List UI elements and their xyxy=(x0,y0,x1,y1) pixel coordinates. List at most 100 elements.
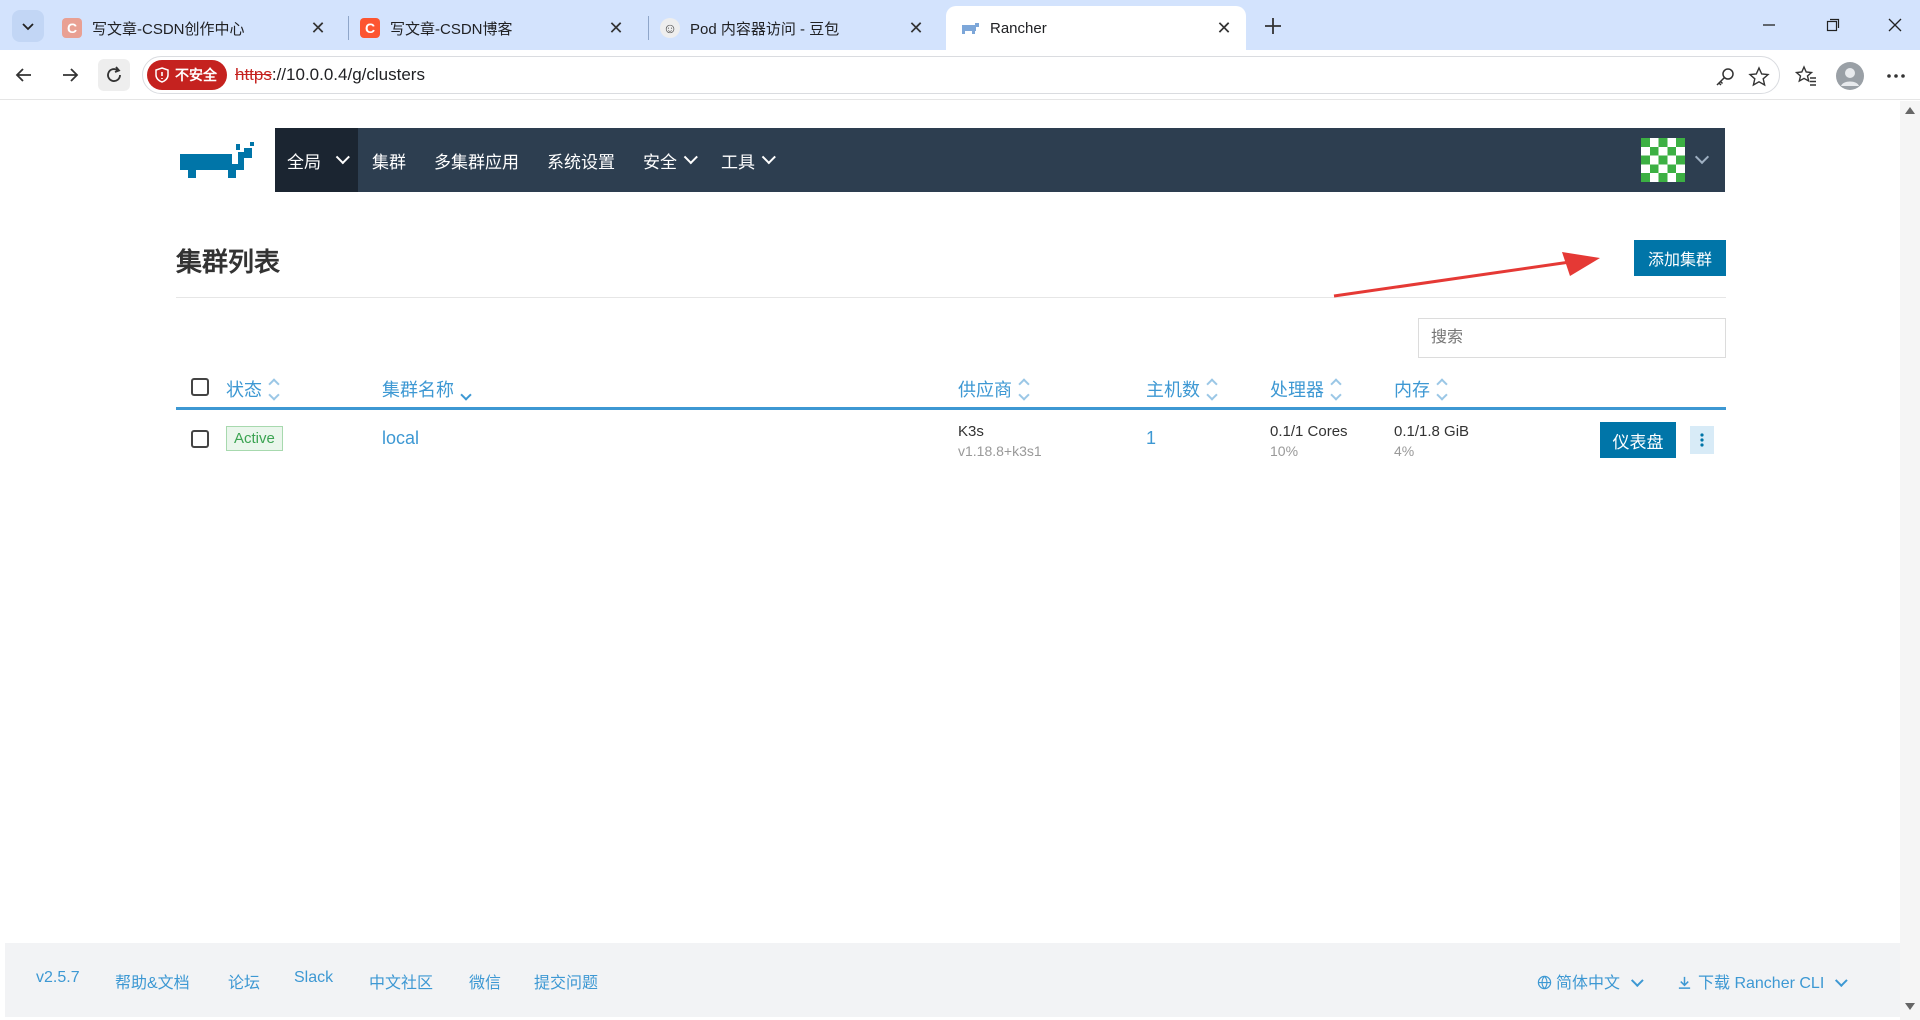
forward-button[interactable] xyxy=(54,59,86,91)
sort-down-icon xyxy=(460,380,472,401)
tab-title: Pod 内容器访问 - 豆包 xyxy=(690,20,840,38)
scroll-down-icon[interactable] xyxy=(1905,1003,1915,1010)
column-label: 供应商 xyxy=(958,380,1012,400)
status-badge: Active xyxy=(226,426,283,451)
memory-percent: 4% xyxy=(1394,443,1415,459)
csdn-icon: C xyxy=(62,18,82,38)
favorites-icon xyxy=(1795,65,1816,86)
arrow-left-icon xyxy=(15,68,31,82)
page-scrollbar[interactable] xyxy=(1900,101,1920,1020)
favorites-button[interactable] xyxy=(1792,62,1820,90)
column-nodes[interactable]: 主机数 xyxy=(1146,376,1218,402)
scroll-up-icon[interactable] xyxy=(1905,107,1915,114)
download-label: 下载 Rancher CLI xyxy=(1698,975,1825,992)
footer-link-issue[interactable]: 提交问题 xyxy=(534,969,598,993)
column-label: 主机数 xyxy=(1146,380,1200,400)
column-cpu[interactable]: 处理器 xyxy=(1270,376,1342,402)
tab-title: 写文章-CSDN博客 xyxy=(390,20,513,38)
column-provider[interactable]: 供应商 xyxy=(958,376,1030,402)
row-checkbox[interactable] xyxy=(191,430,209,448)
minimize-icon xyxy=(1763,24,1775,26)
tab-title: Rancher xyxy=(990,19,1047,37)
back-button[interactable] xyxy=(8,59,40,91)
search-input[interactable] xyxy=(1418,318,1726,358)
nav-label: 全局 xyxy=(287,152,321,172)
sort-icon xyxy=(1436,377,1448,401)
chevron-down-icon[interactable] xyxy=(1694,149,1710,165)
select-all-checkbox[interactable] xyxy=(191,378,209,396)
rancher-logo[interactable] xyxy=(176,140,262,182)
restore-icon xyxy=(1826,18,1840,32)
nav-settings[interactable]: 系统设置 xyxy=(533,128,629,192)
close-icon[interactable]: ✕ xyxy=(906,18,926,38)
password-key-button[interactable] xyxy=(1713,65,1737,89)
nav-global[interactable]: 全局 xyxy=(275,128,358,192)
rancher-icon xyxy=(960,18,980,38)
nav-tools[interactable]: 工具 xyxy=(707,128,785,192)
column-memory[interactable]: 内存 xyxy=(1394,376,1448,402)
column-label: 状态 xyxy=(226,380,262,400)
nav-multi-cluster-apps[interactable]: 多集群应用 xyxy=(420,128,533,192)
user-avatar[interactable] xyxy=(1641,138,1685,182)
dashboard-button[interactable]: 仪表盘 xyxy=(1600,422,1676,458)
close-icon[interactable]: ✕ xyxy=(606,18,626,38)
footer-link-forum[interactable]: 论坛 xyxy=(228,969,260,993)
star-icon xyxy=(1748,66,1770,87)
restore-button[interactable] xyxy=(1818,12,1848,38)
key-icon xyxy=(1716,68,1734,86)
profile-avatar[interactable] xyxy=(1836,62,1864,90)
globe-icon xyxy=(1537,975,1552,990)
more-horizontal-icon xyxy=(1887,74,1905,78)
browser-tab-bar: C 写文章-CSDN创作中心 ✕ C 写文章-CSDN博客 ✕ ☺ Pod 内容… xyxy=(0,0,1920,50)
close-icon[interactable]: ✕ xyxy=(1214,18,1234,38)
tab-doubao[interactable]: ☺ Pod 内容器访问 - 豆包 ✕ xyxy=(646,6,938,50)
reload-button[interactable] xyxy=(98,59,130,91)
version-link[interactable]: v2.5.7 xyxy=(36,969,80,987)
close-window-button[interactable] xyxy=(1880,12,1910,38)
annotation-arrow xyxy=(1333,252,1600,298)
new-tab-button[interactable] xyxy=(1258,11,1288,41)
node-count-link[interactable]: 1 xyxy=(1146,428,1156,449)
nav-clusters[interactable]: 集群 xyxy=(358,128,420,192)
download-icon xyxy=(1678,976,1691,989)
add-cluster-button[interactable]: 添加集群 xyxy=(1634,240,1726,276)
nav-security[interactable]: 安全 xyxy=(629,128,707,192)
sort-icon xyxy=(1330,377,1342,401)
doubao-icon: ☺ xyxy=(660,18,680,38)
column-state[interactable]: 状态 xyxy=(226,376,280,402)
address-bar[interactable]: 不安全 https://10.0.0.4/g/clusters xyxy=(142,56,1780,94)
csdn-icon: C xyxy=(360,18,380,38)
url-path: ://10.0.0.4/g/clusters xyxy=(271,65,425,84)
column-name[interactable]: 集群名称 xyxy=(382,376,472,402)
tab-search-button[interactable] xyxy=(12,10,44,42)
download-cli-link[interactable]: 下载 Rancher CLI xyxy=(1677,969,1848,993)
minimize-button[interactable] xyxy=(1754,12,1784,38)
footer-link-slack[interactable]: Slack xyxy=(294,969,333,987)
tab-csdn-creator[interactable]: C 写文章-CSDN创作中心 ✕ xyxy=(48,6,340,50)
row-actions-button[interactable] xyxy=(1690,426,1714,454)
shield-warning-icon xyxy=(155,67,169,83)
footer-link-community[interactable]: 中文社区 xyxy=(369,969,433,993)
sort-icon xyxy=(1206,377,1218,401)
tab-rancher[interactable]: Rancher ✕ xyxy=(946,6,1246,50)
chevron-down-icon xyxy=(1835,974,1848,988)
close-icon[interactable]: ✕ xyxy=(308,18,328,38)
page-title: 集群列表 xyxy=(176,247,281,277)
security-badge[interactable]: 不安全 xyxy=(147,60,227,90)
footer-link-wechat[interactable]: 微信 xyxy=(469,969,501,993)
provider-version: v1.18.8+k3s1 xyxy=(958,443,1042,459)
url-text: https://10.0.0.4/g/clusters xyxy=(235,65,425,85)
person-icon xyxy=(1841,68,1859,86)
footer-link-docs[interactable]: 帮助&文档 xyxy=(115,969,190,993)
nav-label: 安全 xyxy=(643,152,677,172)
provider-name: K3s xyxy=(958,423,984,440)
cluster-name-link[interactable]: local xyxy=(382,428,419,449)
memory-usage: 0.1/1.8 GiB xyxy=(1394,423,1470,440)
tab-csdn-blog[interactable]: C 写文章-CSDN博客 ✕ xyxy=(346,6,638,50)
column-label: 内存 xyxy=(1394,380,1430,400)
bookmark-star-button[interactable] xyxy=(1747,65,1771,89)
browser-toolbar: 不安全 https://10.0.0.4/g/clusters xyxy=(0,50,1920,100)
language-selector[interactable]: 简体中文 xyxy=(1537,969,1644,993)
browser-menu-button[interactable] xyxy=(1882,62,1910,90)
column-label: 集群名称 xyxy=(382,380,454,400)
